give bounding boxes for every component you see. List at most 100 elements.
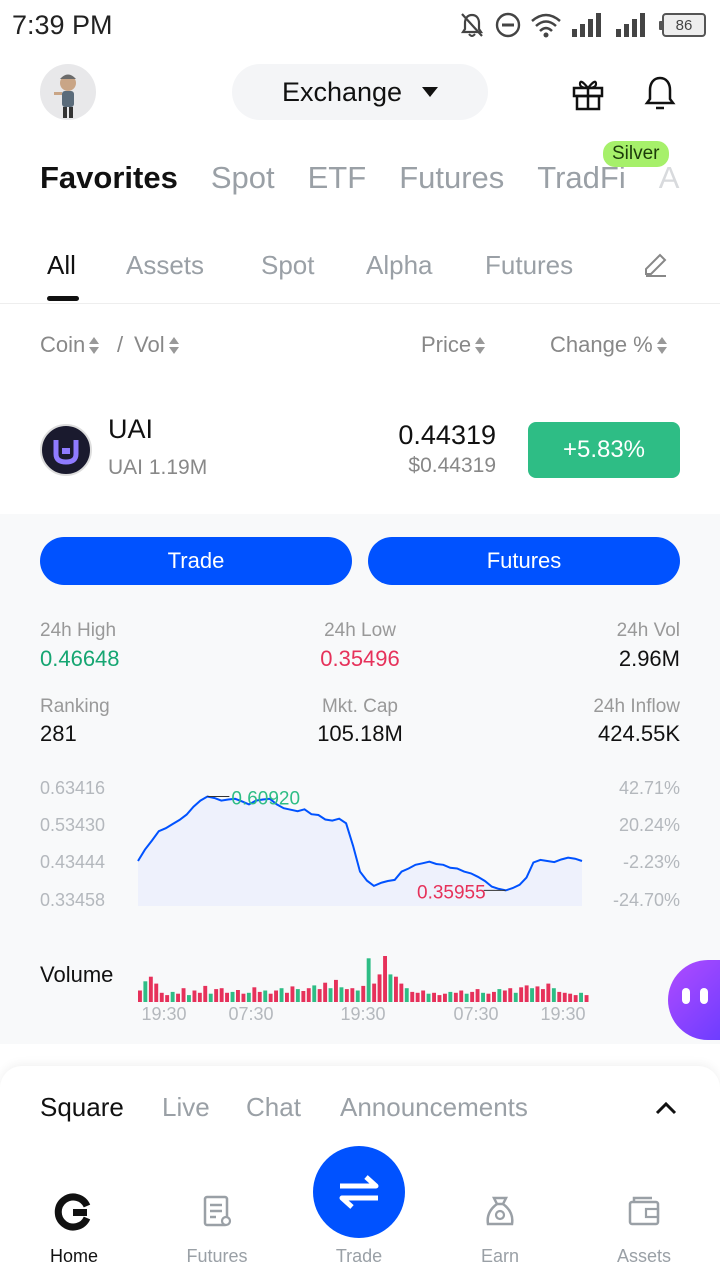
vol-label: 24h Vol [616,620,680,641]
volume-bar [236,990,240,1002]
futures-button[interactable]: Futures [368,537,680,585]
column-header: Coin / Vol Price Change % [0,332,720,362]
volume-bar [530,988,534,1002]
vol-column-header[interactable]: Vol [134,332,179,358]
status-bar: 7:39 PM 86 [0,0,720,50]
volume-bar [421,990,426,1002]
volume-bar [263,990,268,1002]
price-area-fill [138,796,582,906]
coin-row[interactable]: UAI UAI 1.19M 0.44319 $0.44319 +5.83% [0,400,720,500]
coin-column-header[interactable]: Coin [40,332,100,358]
volume-bar [154,983,159,1002]
tab-square[interactable]: Square [40,1092,124,1123]
subtab-spot[interactable]: Spot [261,250,315,281]
volume-bar [404,988,409,1002]
coin-price: 0.44319 [398,420,496,450]
volume-bar [170,991,175,1002]
change-column-header[interactable]: Change % [550,332,667,358]
signal-icon [572,13,601,37]
volume-bar [214,989,219,1002]
y-tick-left: 0.43444 [40,852,105,872]
price-column-header[interactable]: Price [421,332,486,358]
high-label: 24h High [40,620,117,641]
volume-bar [508,988,513,1002]
nav-assets[interactable]: Assets [589,1190,699,1267]
trade-button[interactable]: Trade [40,537,352,585]
y-tick-left: 0.33458 [40,890,105,910]
volume-bar [306,988,311,1002]
change-percent-badge[interactable]: +5.83% [528,422,680,478]
edit-icon[interactable] [642,250,670,278]
exchange-mode-label: Exchange [281,76,403,107]
chevron-up-icon[interactable] [654,1100,678,1116]
nav-earn[interactable]: Earn [445,1190,555,1267]
subtab-alpha[interactable]: Alpha [366,250,433,281]
tab-announcements[interactable]: Announcements [340,1092,528,1123]
tab-favorites[interactable]: Favorites [40,160,178,204]
exchange-mode-selector[interactable]: Exchange [232,64,488,120]
volume-bar [437,995,442,1002]
volume-bar [568,993,573,1002]
volume-bar [279,988,284,1002]
volume-bar [181,988,186,1002]
volume-bar [285,992,289,1002]
eye-icon [682,988,690,1004]
volume-bar [355,990,360,1002]
tab-chat[interactable]: Chat [246,1092,301,1123]
volume-bar [143,981,148,1002]
volume-bar [197,992,202,1002]
price-chart[interactable]: 0.63416 0.53430 0.43444 0.33458 42.71% 2… [0,770,720,1030]
volume-bar [344,989,349,1002]
subtab-all[interactable]: All [47,250,76,281]
tab-futures[interactable]: Futures [399,160,504,204]
volume-bar [394,976,398,1002]
trade-fab-button[interactable] [313,1146,405,1238]
volume-bar [432,992,436,1002]
subtab-assets[interactable]: Assets [126,250,204,281]
volume-bar [383,956,387,1002]
volume-bar [513,992,518,1002]
volume-bar [481,992,485,1002]
nav-home[interactable]: Home [19,1190,129,1267]
bell-icon[interactable] [642,74,678,112]
low-value: 0.35496 [320,646,400,671]
volume-bar [415,992,420,1002]
avatar-figure-icon [54,74,76,118]
gift-icon[interactable] [570,76,606,112]
volume-bar [557,991,562,1002]
battery-icon: 86 [659,13,706,37]
sort-icon [168,337,179,355]
sort-icon [656,337,667,355]
low-label: 24h Low [324,620,396,641]
nav-assets-label: Assets [616,1246,672,1266]
volume-bar [317,989,322,1002]
signal-icon-2 [616,13,645,37]
ranking-label: Ranking [40,696,110,717]
volume-bar [328,988,333,1002]
coin-detail-panel: Trade Futures 24h High 0.46648 24h Low 0… [0,514,720,1044]
volume-bar [486,993,491,1002]
volume-bar [453,992,458,1002]
subtab-futures[interactable]: Futures [485,250,573,281]
volume-bar [546,983,551,1002]
volume-bar [312,985,317,1002]
tab-live[interactable]: Live [162,1092,210,1123]
silver-badge: Silver [603,141,669,167]
change-column-label: Change % [550,332,653,357]
volume-bar [350,988,355,1002]
tab-spot[interactable]: Spot [211,160,275,204]
avatar[interactable] [40,64,96,120]
volume-bar [551,988,556,1002]
money-bag-icon [486,1196,514,1226]
active-tab-indicator [47,296,79,301]
tab-alpha-partial[interactable]: A [659,160,680,204]
inflow-value: 424.55K [598,721,680,746]
tab-etf[interactable]: ETF [308,160,367,204]
volume-bar [192,990,197,1002]
vol-column-label: Vol [134,332,165,357]
volume-bar [448,991,453,1002]
nav-futures[interactable]: Futures [162,1190,272,1267]
volume-bar [366,958,371,1002]
volume-bar [148,976,153,1002]
volume-bar [241,993,246,1002]
